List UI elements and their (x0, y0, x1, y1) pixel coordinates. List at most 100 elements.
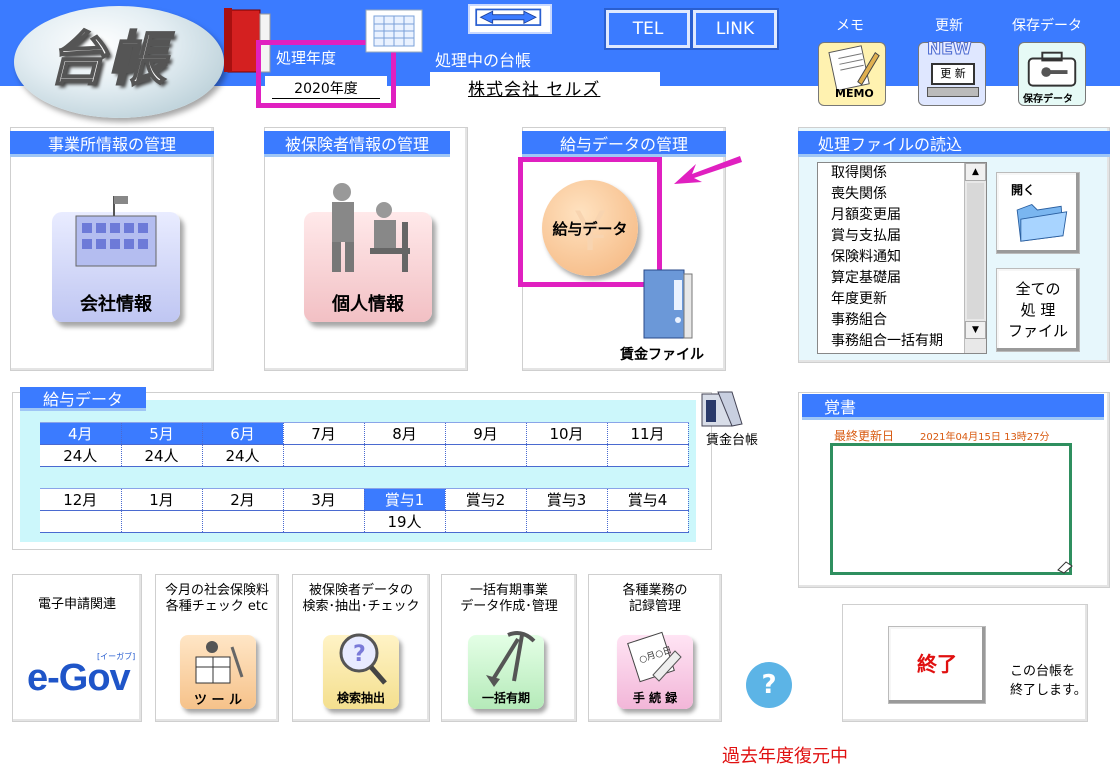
company-info-button[interactable]: 会社情報 (52, 196, 180, 322)
month-cell[interactable]: 1月 (121, 488, 203, 511)
month-cell[interactable]: 11月 (607, 422, 689, 445)
month-cell[interactable]: 賞与1 (364, 488, 446, 511)
month-cell[interactable]: 9月 (445, 422, 527, 445)
list-item[interactable]: 事務組合一括有期 (818, 331, 986, 352)
month-cell[interactable]: 7月 (283, 422, 365, 445)
month-value: 24人 (40, 444, 122, 467)
records-tile[interactable]: 各種業務の 記録管理 ○月○日 手 続 録 (588, 574, 722, 722)
e-gov-tile[interactable]: 電子申請関連 [イーガブ] e-Gov (12, 574, 142, 722)
save-data-label: 保存データ (1012, 18, 1082, 34)
logo-text: 台帳 (47, 24, 169, 94)
month-cell[interactable]: 賞与3 (526, 488, 608, 511)
wage-ledger-label: 賃金台帳 (706, 433, 759, 448)
month-value (40, 510, 122, 533)
months-table-2: 12月 1月 2月 3月 賞与1 賞与2 賞与3 賞与4 19人 (40, 488, 689, 533)
search-extract-button[interactable]: ? 検索抽出 (323, 633, 399, 709)
scroll-up-icon[interactable]: ▲ (965, 163, 986, 181)
svg-text:?: ? (353, 642, 366, 667)
scroll-down-icon[interactable]: ▼ (965, 321, 986, 339)
records-label-1: 各種業務の (622, 583, 688, 598)
month-value (607, 510, 689, 533)
e-gov-logo: e-Gov (27, 657, 131, 699)
update-label: 更新 (935, 18, 963, 34)
lump-sum-button[interactable]: 一括有期 (468, 631, 544, 709)
memo-button[interactable]: MEMO (818, 42, 886, 106)
tools-icon-text: ツ ー ル (193, 693, 243, 708)
people-icon (332, 183, 410, 272)
wage-file-icon[interactable] (640, 264, 694, 342)
search-label-2: 検索･抽出･チェック (302, 599, 420, 614)
month-cell[interactable]: 4月 (40, 422, 122, 445)
month-cell[interactable]: 6月 (202, 422, 284, 445)
records-label-2: 記録管理 (628, 599, 681, 614)
status-text: 過去年度復元中 (722, 746, 848, 767)
all-files-label-2: 処 理 (1020, 301, 1056, 319)
eraser-icon[interactable] (1056, 560, 1074, 574)
list-item[interactable]: 事務組合 (818, 310, 986, 331)
month-value (364, 444, 446, 467)
month-cell[interactable]: 5月 (121, 422, 203, 445)
save-icon-text: 保存データ (1023, 94, 1073, 105)
memo-icon-text: MEMO (835, 87, 874, 100)
year-value[interactable]: 2020年度 (272, 78, 380, 99)
help-button[interactable]: ? (746, 662, 792, 708)
link-button[interactable]: LINK (691, 8, 779, 50)
calendar-icon[interactable] (364, 8, 424, 54)
search-icon-text: 検索抽出 (336, 691, 385, 705)
memo-label: メモ (836, 18, 864, 34)
month-value (445, 444, 527, 467)
exit-button[interactable]: 終了 (888, 626, 986, 704)
lump-label-1: 一括有期事業 (469, 583, 548, 598)
open-file-button[interactable]: 開く (996, 172, 1080, 254)
wage-file-label: 賃金ファイル (620, 347, 704, 363)
office-panel-title: 事業所情報の管理 (10, 131, 214, 157)
file-list[interactable]: 取得関係 喪失関係 月額変更届 賞与支払届 保険料通知 算定基礎届 年度更新 事… (817, 162, 987, 354)
list-item[interactable]: 賞与支払届 (818, 226, 986, 247)
month-value: 24人 (202, 444, 284, 467)
month-cell[interactable]: 3月 (283, 488, 365, 511)
file-list-scrollbar[interactable]: ▲ ▼ (964, 163, 986, 353)
notes-textarea[interactable] (830, 443, 1072, 575)
month-cell[interactable]: 賞与4 (607, 488, 689, 511)
search-extract-tile[interactable]: 被保険者データの 検索･抽出･チェック ? 検索抽出 (292, 574, 430, 722)
month-cell[interactable]: 8月 (364, 422, 446, 445)
list-item[interactable]: 喪失関係 (818, 184, 986, 205)
notes-title: 覚書 (802, 394, 1104, 420)
wage-ledger-icon[interactable] (696, 388, 746, 430)
all-files-button[interactable]: 全ての 処 理 ファイル (996, 268, 1080, 352)
month-cell[interactable]: 2月 (202, 488, 284, 511)
lump-sum-tile[interactable]: 一括有期事業 データ作成･管理 一括有期 (441, 574, 577, 722)
update-button[interactable]: NEW 更 新 (918, 39, 986, 106)
list-item[interactable]: 取得関係 (818, 163, 986, 184)
new-icon-text: NEW (927, 39, 973, 60)
month-value-row: 19人 (40, 510, 689, 533)
company-info-label: 会社情報 (80, 294, 152, 315)
company-name: 株式会社 セルズ (468, 80, 601, 100)
scrollbar-thumb[interactable] (967, 183, 984, 319)
toggle-width-button[interactable] (468, 4, 552, 34)
month-cell[interactable]: 12月 (40, 488, 122, 511)
month-cell[interactable]: 賞与2 (445, 488, 527, 511)
records-button[interactable]: ○月○日 手 続 録 (617, 631, 693, 709)
exit-description-1: この台帳を (1010, 664, 1076, 679)
save-data-button[interactable]: 保存データ (1018, 42, 1086, 106)
e-gov-label: 電子申請関連 (37, 597, 116, 612)
tools-tile[interactable]: 今月の社会保険料 各種チェック etc ツ ー ル (155, 574, 279, 722)
month-value (121, 510, 203, 533)
tel-button[interactable]: TEL (604, 8, 692, 50)
tools-button[interactable]: ツ ー ル (180, 635, 256, 709)
magnifier-icon: ? (339, 633, 387, 685)
personal-info-button[interactable]: 個人情報 (304, 183, 432, 322)
list-item[interactable]: 保険料通知 (818, 247, 986, 268)
all-files-label-3: ファイル (1007, 322, 1068, 340)
processing-ledger-label: 処理中の台帳 (435, 51, 532, 70)
list-item[interactable]: 算定基礎届 (818, 268, 986, 289)
month-value-row: 24人 24人 24人 (40, 444, 689, 467)
list-item[interactable]: 年度更新 (818, 289, 986, 310)
lump-icon-text: 一括有期 (481, 691, 530, 705)
list-item[interactable]: 月額変更届 (818, 205, 986, 226)
update-icon-text: 更 新 (931, 63, 975, 85)
toolbox-icon (195, 641, 244, 684)
insured-panel-title: 被保険者情報の管理 (264, 131, 450, 157)
month-cell[interactable]: 10月 (526, 422, 608, 445)
